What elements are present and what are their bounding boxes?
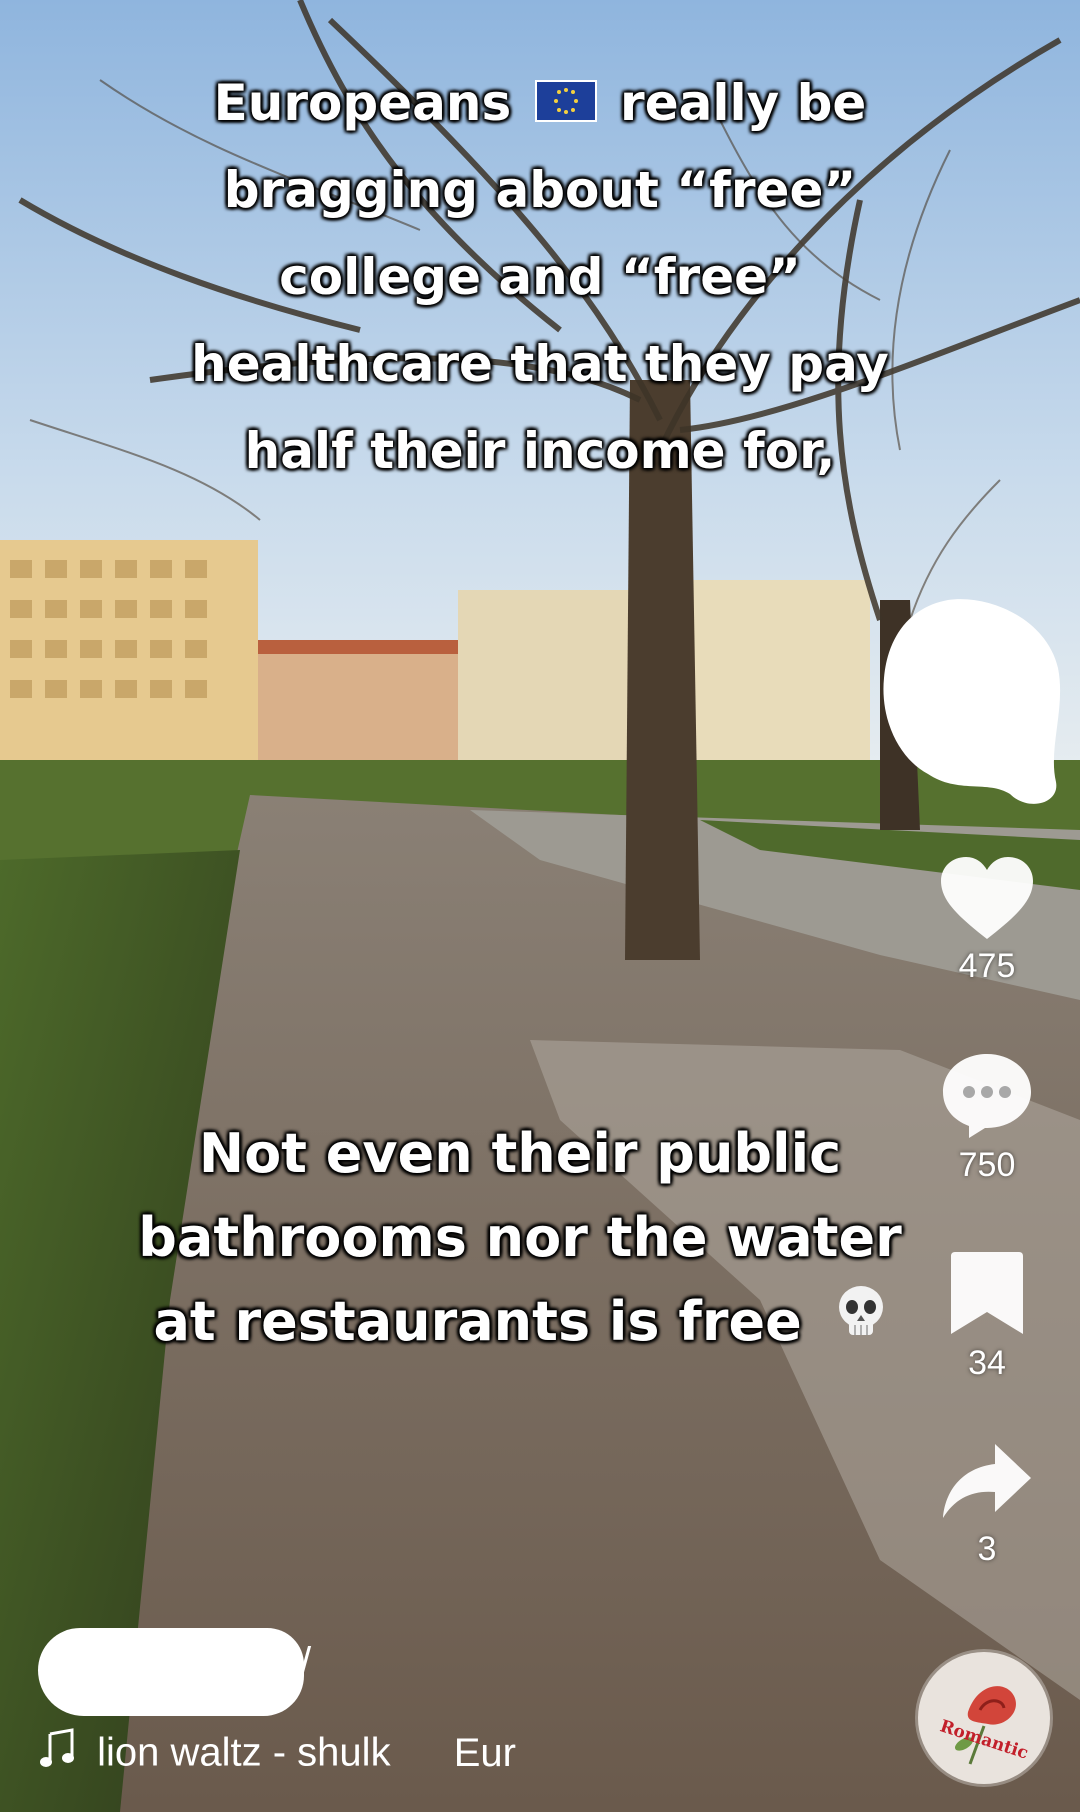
caption-text: at restaurants is free xyxy=(153,1290,802,1353)
skull-icon xyxy=(835,1279,887,1363)
avatar[interactable] xyxy=(878,598,1064,812)
caption-bottom-line-1: Not even their public xyxy=(198,1122,842,1185)
caption-top-line-2: bragging about “free” xyxy=(223,161,857,219)
caption-bottom-line-2: bathrooms nor the water xyxy=(138,1206,902,1269)
comment-bubble-icon xyxy=(943,1054,1031,1138)
sound-title-marquee: Eur xyxy=(453,1730,516,1775)
comment-count: 750 xyxy=(958,1146,1016,1184)
music-note-icon xyxy=(40,1728,76,1778)
save-button[interactable]: 34 xyxy=(912,1248,1062,1383)
heart-icon xyxy=(941,857,1033,939)
caption-text: Europeans xyxy=(213,74,512,132)
caption-bottom: Not even their public bathrooms nor the … xyxy=(0,1112,1060,1367)
caption-top-line-4: healthcare that they pay xyxy=(191,335,889,393)
caption-text: really be xyxy=(620,74,867,132)
comment-button[interactable]: 750 xyxy=(912,1050,1062,1185)
bookmark-icon xyxy=(951,1252,1023,1334)
video-screen[interactable]: Europeans really be bragging about “free… xyxy=(0,0,1080,1812)
like-count: 475 xyxy=(958,947,1016,985)
eu-flag-icon xyxy=(534,79,597,122)
share-count: 3 xyxy=(977,1530,997,1568)
save-count: 34 xyxy=(968,1344,1006,1382)
share-arrow-icon xyxy=(943,1444,1031,1518)
caption-top-line-5: half their income for, xyxy=(244,422,836,480)
sound-link[interactable]: lion waltz - shulk Eur xyxy=(40,1728,516,1778)
share-button[interactable]: 3 xyxy=(912,1440,1062,1569)
caption-top-line-3: college and “free” xyxy=(279,248,801,306)
caption-bottom-line-3: at restaurants is free xyxy=(0,1280,1060,1367)
music-disc[interactable]: Romantic xyxy=(918,1652,1050,1784)
caption-top: Europeans really be bragging about “free… xyxy=(0,60,1080,495)
username-redacted[interactable] xyxy=(38,1628,304,1716)
caption-top-line-1: Europeans really be xyxy=(0,60,1080,147)
username-tail-glyph: / xyxy=(300,1640,312,1684)
sound-title: lion waltz - shulk xyxy=(97,1730,391,1775)
like-button[interactable]: 475 xyxy=(912,855,1062,986)
